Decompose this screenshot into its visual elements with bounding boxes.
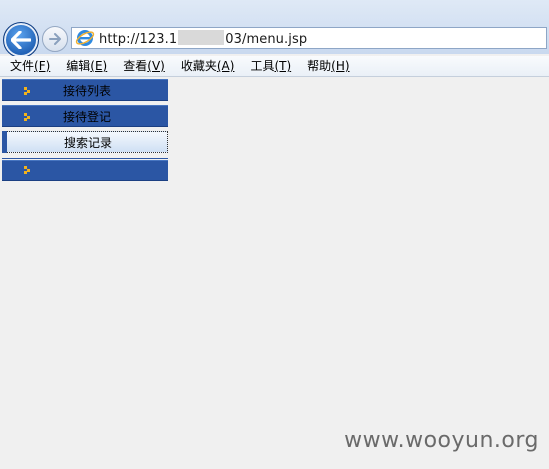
- browser-toolbar: http://123.1 03/menu.jsp: [0, 0, 549, 58]
- url-text: http://123.1 03/menu.jsp: [99, 29, 308, 47]
- menu-tools-key: (T): [274, 59, 292, 73]
- menu-file-key: (F): [34, 59, 51, 73]
- url-redaction: [178, 29, 225, 45]
- menu-bar: 文件(F) 编辑(E) 查看(V) 收藏夹(A) 工具(T) 帮助(H): [0, 56, 549, 77]
- page-content: 接待列表 接待登记 搜索记录: [0, 77, 549, 469]
- forward-button[interactable]: [42, 26, 68, 52]
- menu-favorites-key: (A): [216, 59, 235, 73]
- menu-favorites[interactable]: 收藏夹(A): [173, 56, 243, 76]
- watermark: www.wooyun.org: [344, 428, 539, 453]
- menu-edit[interactable]: 编辑(E): [58, 56, 115, 76]
- menu-edit-key: (E): [90, 59, 108, 73]
- menu-file-label: 文件: [10, 59, 35, 73]
- nav-item-label: 搜索记录: [64, 136, 113, 150]
- menu-tools-label: 工具: [250, 59, 275, 73]
- menu-view-label: 查看: [123, 59, 148, 73]
- menu-edit-label: 编辑: [66, 59, 91, 73]
- nav-divider: [2, 158, 168, 159]
- nav-item-reception-register[interactable]: 接待登记: [2, 105, 168, 127]
- address-bar[interactable]: http://123.1 03/menu.jsp: [71, 27, 547, 49]
- nav-item-reception-list[interactable]: 接待列表: [2, 79, 168, 101]
- nav-item-search-records[interactable]: 搜索记录: [2, 131, 168, 153]
- bullet-arrow-icon: [24, 166, 30, 174]
- back-button[interactable]: [3, 22, 39, 58]
- menu-view-key: (V): [147, 59, 165, 73]
- menu-tools[interactable]: 工具(T): [242, 56, 299, 76]
- url-prefix: http://123.1: [99, 31, 178, 47]
- menu-help-label: 帮助: [307, 59, 332, 73]
- nav-item-label: 接待列表: [63, 84, 112, 98]
- url-suffix: 03/menu.jsp: [225, 31, 308, 47]
- forward-arrow-icon: [49, 33, 61, 45]
- menu-help-key: (H): [331, 59, 350, 73]
- menu-help[interactable]: 帮助(H): [299, 56, 357, 76]
- nav-item-unlabeled[interactable]: [2, 160, 168, 181]
- bullet-arrow-icon: [24, 113, 30, 121]
- ie-logo-icon: [75, 30, 95, 46]
- bullet-arrow-icon: [24, 87, 30, 95]
- menu-view[interactable]: 查看(V): [115, 56, 173, 76]
- menu-favorites-label: 收藏夹: [180, 59, 217, 73]
- back-arrow-icon: [11, 31, 31, 49]
- menu-file[interactable]: 文件(F): [0, 56, 58, 76]
- nav-item-label: 接待登记: [63, 110, 112, 124]
